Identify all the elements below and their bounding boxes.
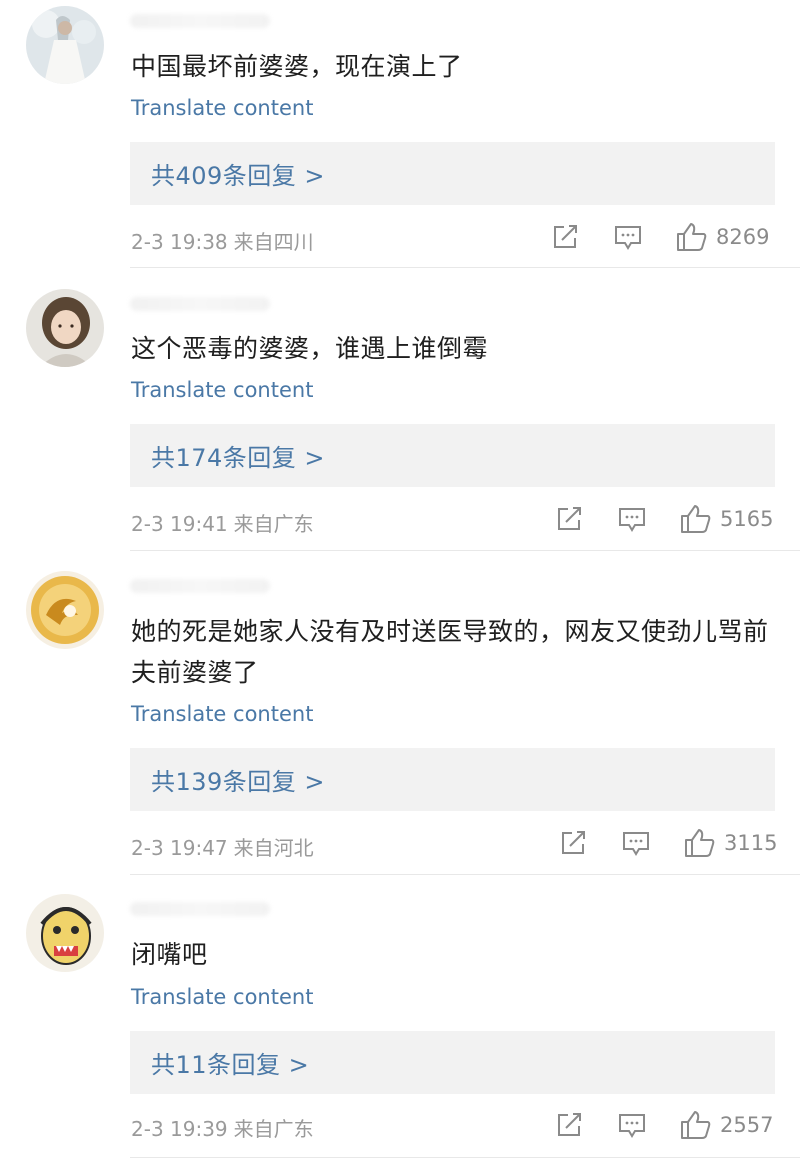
avatar[interactable] — [26, 289, 104, 367]
comment-text: 她的死是她家人没有及时送医导致的，网友又使劲儿骂前夫前婆婆了 — [131, 617, 769, 687]
replies-label: 共11条回复 > — [151, 1051, 310, 1079]
share-icon — [558, 507, 581, 530]
comment-item: 中国最坏前婆婆，现在演上了 Translate content 共409条回复 … — [0, 6, 800, 268]
comment-item: 闭嘴吧 Translate content 共11条回复 > 2-3 19:39… — [0, 894, 800, 1171]
like-button[interactable]: 3115 — [684, 828, 777, 858]
like-button[interactable]: 5165 — [680, 504, 773, 534]
reply-button[interactable] — [614, 225, 642, 255]
share-icon — [558, 1113, 581, 1136]
replies-button[interactable]: 共409条回复 > — [130, 142, 775, 205]
replies-button[interactable]: 共139条回复 > — [130, 748, 775, 811]
timestamp: 2-3 19:39 — [131, 1117, 228, 1141]
comment-icon — [619, 508, 645, 532]
replies-button[interactable]: 共174条回复 > — [130, 424, 775, 487]
comment-meta: 2-3 19:47 来自河北 — [131, 832, 314, 861]
replies-label: 共174条回复 > — [151, 444, 326, 472]
reply-button[interactable] — [622, 831, 650, 861]
avatar[interactable] — [26, 571, 104, 649]
region: 来自广东 — [233, 1117, 314, 1141]
region: 来自四川 — [233, 230, 314, 254]
username[interactable] — [130, 14, 270, 28]
woman-in-white-dress-avatar — [26, 6, 104, 84]
divider — [130, 550, 800, 551]
like-count: 3115 — [724, 831, 778, 855]
reply-button[interactable] — [618, 507, 646, 537]
replies-label: 共139条回复 > — [151, 768, 326, 796]
thumbs-up-icon — [677, 223, 707, 251]
comment-item: 这个恶毒的婆婆，谁遇上谁倒霉 Translate content 共174条回复… — [0, 289, 800, 551]
golden-swirl-avatar — [26, 571, 104, 649]
child-photo-avatar — [26, 289, 104, 367]
username[interactable] — [130, 579, 270, 593]
timestamp: 2-3 19:41 — [131, 512, 228, 536]
divider — [130, 874, 800, 875]
like-count: 5165 — [720, 507, 774, 531]
comment-icon — [623, 832, 649, 856]
replies-label: 共409条回复 > — [151, 162, 326, 190]
divider — [130, 1157, 800, 1158]
comment-text: 这个恶毒的婆婆，谁遇上谁倒霉 — [131, 334, 489, 363]
region: 来自广东 — [233, 512, 314, 536]
share-button[interactable] — [552, 224, 580, 254]
thumbs-up-icon — [681, 1111, 711, 1139]
translate-link[interactable]: Translate content — [131, 96, 313, 120]
translate-link[interactable]: Translate content — [131, 985, 313, 1009]
divider — [130, 267, 800, 268]
share-icon — [562, 831, 585, 854]
like-count: 2557 — [720, 1113, 774, 1137]
like-button[interactable]: 2557 — [680, 1110, 773, 1140]
share-button[interactable] — [556, 1112, 584, 1142]
comment-text: 中国最坏前婆婆，现在演上了 — [131, 52, 463, 81]
comment-meta: 2-3 19:41 来自广东 — [131, 508, 314, 537]
username[interactable] — [130, 902, 270, 916]
avatar[interactable] — [26, 6, 104, 84]
thumbs-up-icon — [685, 829, 715, 857]
share-button[interactable] — [556, 506, 584, 536]
avatar[interactable] — [26, 894, 104, 972]
region: 来自河北 — [233, 836, 314, 860]
thumbs-up-icon — [681, 505, 711, 533]
username[interactable] — [130, 297, 270, 311]
translate-link[interactable]: Translate content — [131, 378, 313, 402]
comment-item: 她的死是她家人没有及时送医导致的，网友又使劲儿骂前夫前婆婆了 Translate… — [0, 571, 800, 875]
timestamp: 2-3 19:47 — [131, 836, 228, 860]
reply-button[interactable] — [618, 1113, 646, 1143]
translate-link[interactable]: Translate content — [131, 702, 313, 726]
comment-meta: 2-3 19:39 来自广东 — [131, 1113, 314, 1142]
timestamp: 2-3 19:38 — [131, 230, 228, 254]
share-icon — [554, 225, 577, 248]
comment-icon — [615, 226, 641, 250]
comment-icon — [619, 1114, 645, 1138]
drawn-face-avatar — [26, 894, 104, 972]
comment-text: 闭嘴吧 — [131, 940, 208, 969]
like-button[interactable]: 8269 — [676, 222, 769, 252]
comment-meta: 2-3 19:38 来自四川 — [131, 226, 314, 255]
replies-button[interactable]: 共11条回复 > — [130, 1031, 775, 1094]
share-button[interactable] — [560, 830, 588, 860]
like-count: 8269 — [716, 225, 770, 249]
